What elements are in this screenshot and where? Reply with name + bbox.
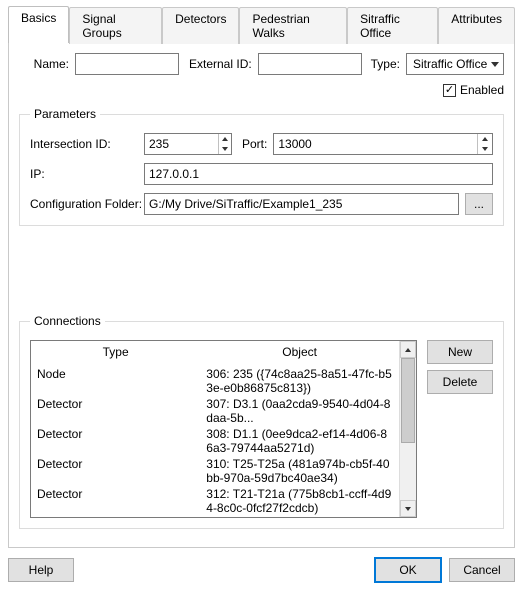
parameters-legend: Parameters (30, 107, 100, 121)
type-select[interactable]: Sitraffic Office (406, 53, 504, 75)
tab-basics[interactable]: Basics (8, 6, 69, 43)
column-header-type[interactable]: Type (31, 341, 200, 367)
check-icon: ✓ (443, 84, 456, 97)
list-item[interactable]: Detector 310: T25-T25a (481a974b-cb5f-40… (31, 457, 399, 487)
cancel-button[interactable]: Cancel (449, 558, 515, 582)
scroll-thumb[interactable] (401, 358, 415, 443)
tab-panel-basics: Name: External ID: Type: Sitraffic Offic… (8, 42, 515, 548)
port-input[interactable] (274, 134, 477, 154)
cell-type: Node (31, 367, 200, 397)
intersection-id-input[interactable] (145, 134, 218, 154)
tab-pedestrian-walks[interactable]: Pedestrian Walks (239, 7, 347, 44)
connections-list[interactable]: Type Object Node 306: 235 ({74c8aa25-8a5… (30, 340, 417, 518)
cell-type: Detector (31, 427, 200, 457)
help-button[interactable]: Help (8, 558, 74, 582)
type-select-value: Sitraffic Office (413, 57, 487, 71)
cell-type: Detector (31, 457, 200, 487)
tab-strip: Basics Signal Groups Detectors Pedestria… (8, 5, 515, 42)
cell-type: Detector (31, 397, 200, 427)
ok-button[interactable]: OK (375, 558, 441, 582)
cell-object: 308: D1.1 (0ee9dca2-ef14-4d06-86a3-79744… (200, 427, 399, 457)
spin-down-icon[interactable] (219, 144, 231, 154)
ip-label: IP: (30, 167, 138, 181)
spin-down-icon[interactable] (478, 144, 492, 154)
name-input[interactable] (75, 53, 179, 75)
intersection-id-stepper[interactable] (144, 133, 232, 155)
name-label: Name: (19, 57, 69, 71)
chevron-down-icon (491, 62, 499, 67)
cell-object: 307: D3.1 (0aa2cda9-9540-4d04-8daa-5b... (200, 397, 399, 427)
column-header-object[interactable]: Object (200, 341, 399, 367)
browse-button[interactable]: ... (465, 193, 493, 215)
config-folder-input[interactable] (144, 193, 459, 215)
port-label: Port: (242, 137, 267, 151)
enabled-checkbox[interactable]: ✓ Enabled (443, 83, 504, 97)
parameters-group: Parameters Intersection ID: Port: (19, 107, 504, 226)
scrollbar[interactable] (399, 341, 416, 517)
tab-sitraffic-office[interactable]: Sitraffic Office (347, 7, 438, 44)
scroll-down-icon[interactable] (400, 500, 416, 517)
ip-input[interactable] (144, 163, 493, 185)
external-id-label: External ID: (189, 57, 252, 71)
enabled-label: Enabled (460, 83, 504, 97)
intersection-id-label: Intersection ID: (30, 137, 138, 151)
cell-object: 306: 235 ({74c8aa25-8a51-47fc-b53e-e0b86… (200, 367, 399, 397)
scroll-up-icon[interactable] (400, 341, 416, 358)
tab-detectors[interactable]: Detectors (162, 7, 239, 44)
list-item[interactable]: Detector 312: T21-T21a (775b8cb1-ccff-4d… (31, 487, 399, 517)
connections-legend: Connections (30, 314, 105, 328)
config-folder-label: Configuration Folder: (30, 197, 138, 211)
list-item[interactable]: Detector 307: D3.1 (0aa2cda9-9540-4d04-8… (31, 397, 399, 427)
tab-signal-groups[interactable]: Signal Groups (69, 7, 162, 44)
port-stepper[interactable] (273, 133, 493, 155)
cell-type: Detector (31, 487, 200, 517)
list-item[interactable]: Node 306: 235 ({74c8aa25-8a51-47fc-b53e-… (31, 367, 399, 397)
list-item[interactable]: Detector 308: D1.1 (0ee9dca2-ef14-4d06-8… (31, 427, 399, 457)
connections-group: Connections Type Object Node 306: 235 ({… (19, 314, 504, 529)
external-id-input[interactable] (258, 53, 362, 75)
cell-object: 310: T25-T25a (481a974b-cb5f-40bb-970a-5… (200, 457, 399, 487)
tab-attributes[interactable]: Attributes (438, 7, 515, 44)
cell-object: 312: T21-T21a (775b8cb1-ccff-4d94-8c0c-0… (200, 487, 399, 517)
new-button[interactable]: New (427, 340, 493, 364)
delete-button[interactable]: Delete (427, 370, 493, 394)
spin-up-icon[interactable] (478, 134, 492, 144)
type-label: Type: (371, 57, 400, 71)
spin-up-icon[interactable] (219, 134, 231, 144)
scroll-track[interactable] (400, 358, 416, 500)
